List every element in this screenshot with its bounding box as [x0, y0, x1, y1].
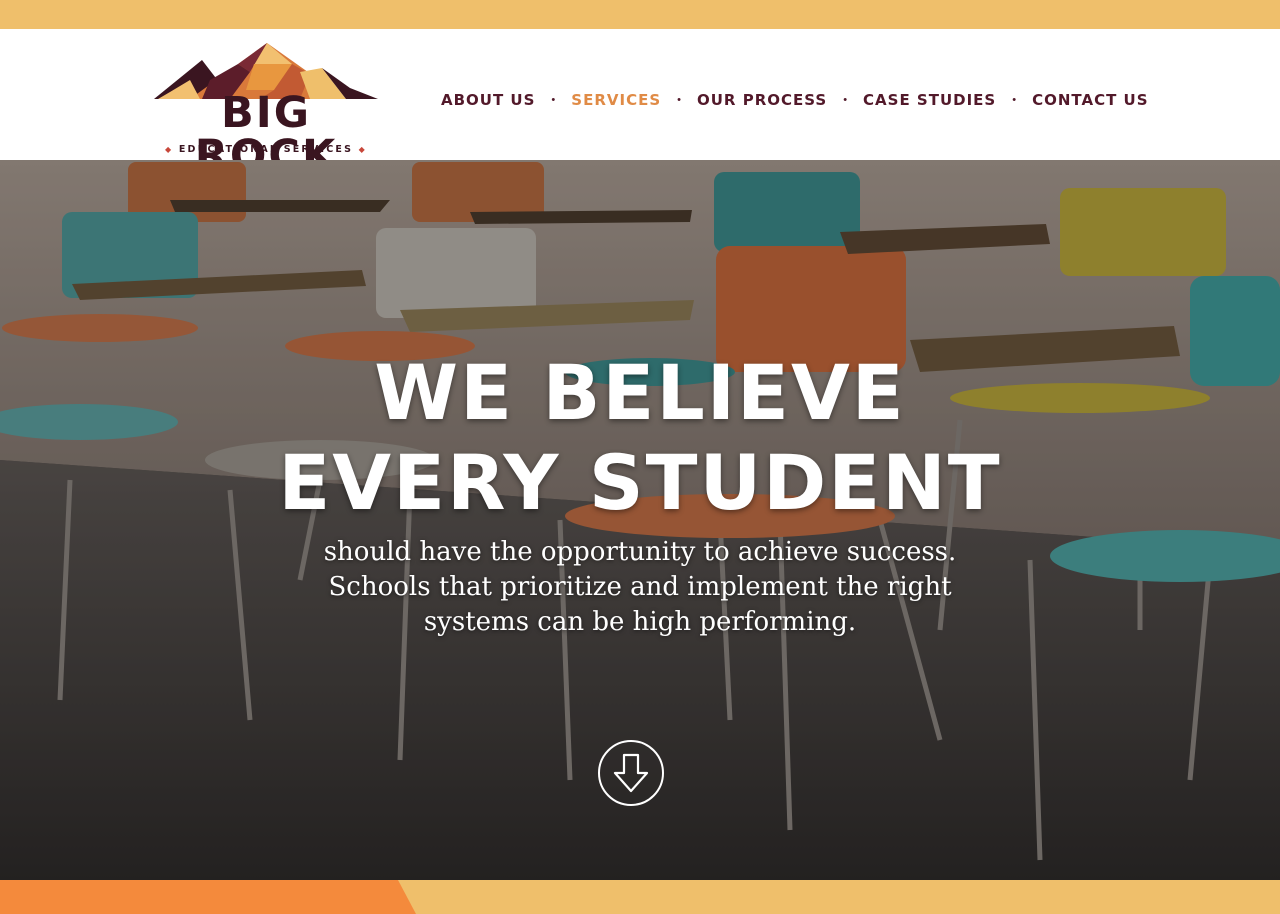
logo[interactable]: BIG ROCK ◆ EDUCATIONAL SERVICES ◆: [150, 42, 382, 178]
logo-tagline: ◆ EDUCATIONAL SERVICES ◆: [150, 145, 382, 155]
hero-text-line-1: should have the opportunity to achieve s…: [323, 537, 957, 567]
nav-contact-us[interactable]: CONTACT US: [1032, 90, 1148, 110]
hero-title-line-1: WE BELIEVE: [374, 348, 906, 437]
nav-separator: •: [1012, 94, 1017, 106]
nav-separator: •: [843, 94, 848, 106]
diamond-icon: ◆: [358, 145, 368, 154]
top-color-strip: [0, 0, 1280, 29]
hero-section: WE BELIEVE EVERY STUDENT should have the…: [0, 160, 1280, 880]
main-nav: ABOUT US • SERVICES • OUR PROCESS • CASE…: [441, 90, 1149, 110]
hero-text-line-3: systems can be high performing.: [423, 607, 857, 637]
arrow-down-icon: [613, 753, 649, 793]
bottom-accent-shape: [0, 880, 416, 914]
nav-our-process[interactable]: OUR PROCESS: [697, 90, 827, 110]
nav-separator: •: [677, 94, 681, 106]
hero-description: should have the opportunity to achieve s…: [290, 535, 990, 640]
nav-about-us[interactable]: ABOUT US: [441, 90, 535, 110]
scroll-down-button[interactable]: [598, 740, 664, 806]
site-header: BIG ROCK ◆ EDUCATIONAL SERVICES ◆ ABOUT …: [0, 29, 1280, 178]
diamond-icon: ◆: [164, 145, 174, 154]
bottom-color-strip: [0, 880, 1280, 914]
hero-title: WE BELIEVE EVERY STUDENT: [240, 348, 1040, 528]
nav-separator: •: [551, 94, 556, 106]
hero-text-line-2: Schools that prioritize and implement th…: [328, 572, 952, 602]
logo-tagline-text: EDUCATIONAL SERVICES: [178, 144, 354, 155]
nav-services[interactable]: SERVICES: [571, 90, 661, 110]
nav-case-studies[interactable]: CASE STUDIES: [863, 90, 996, 110]
hero-title-line-2: EVERY STUDENT: [278, 438, 1002, 527]
